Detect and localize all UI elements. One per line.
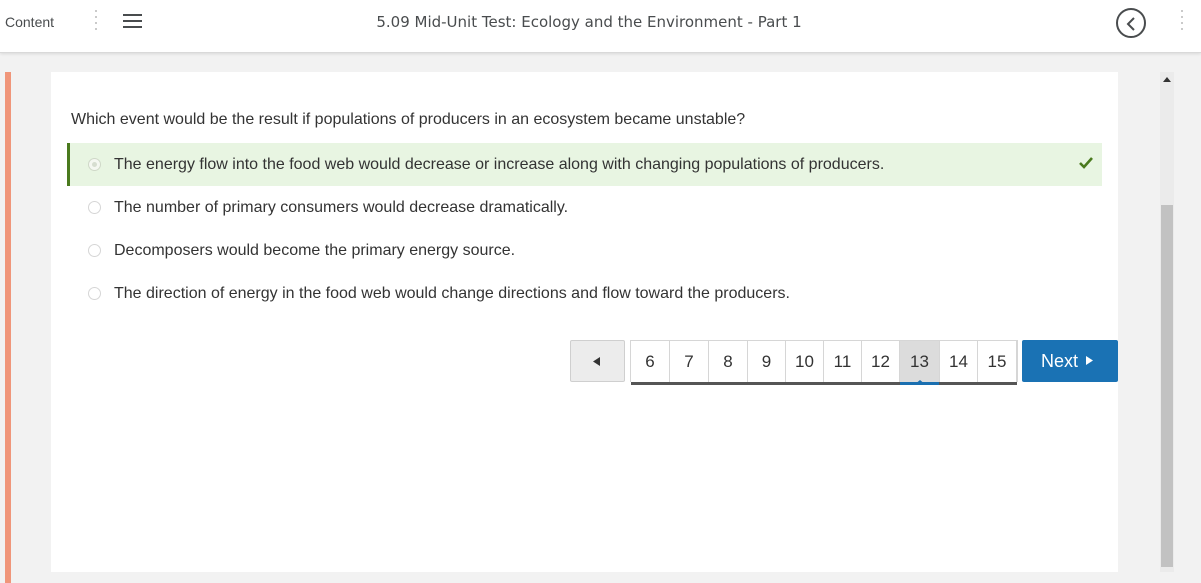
back-button[interactable]	[1116, 8, 1146, 38]
page-13-current[interactable]: 13	[900, 341, 940, 385]
page-7[interactable]: 7	[670, 341, 709, 382]
top-bar: Content 5.09 Mid-Unit Test: Ecology and …	[0, 0, 1201, 53]
radio-button[interactable]	[88, 158, 101, 171]
page-nav-underline	[631, 382, 1017, 385]
radio-button[interactable]	[88, 244, 101, 257]
vertical-dots-icon	[94, 10, 98, 36]
page-number-label: 13	[910, 351, 929, 371]
radio-button[interactable]	[88, 287, 101, 300]
page-10[interactable]: 10	[786, 341, 824, 382]
question-panel: Which event would be the result if popul…	[51, 72, 1118, 572]
answer-text: Decomposers would become the primary ene…	[114, 242, 516, 259]
triangle-right-icon	[1086, 356, 1093, 365]
triangle-left-icon	[593, 357, 600, 366]
scroll-up-button[interactable]	[1160, 72, 1174, 88]
page-8[interactable]: 8	[709, 341, 748, 382]
question-text: Which event would be the result if popul…	[71, 111, 746, 128]
radio-button[interactable]	[88, 201, 101, 214]
triangle-up-icon	[1163, 77, 1171, 82]
content-link[interactable]: Content	[5, 14, 54, 30]
answer-text: The number of primary consumers would de…	[114, 199, 569, 216]
page-6[interactable]: 6	[631, 341, 670, 382]
page-navigation: 6 7 8 9 10 11 12 13 14 15	[630, 340, 1018, 385]
answer-text: The direction of energy in the food web …	[114, 285, 790, 302]
left-accent-bar	[5, 72, 11, 583]
answer-option[interactable]: The number of primary consumers would de…	[67, 186, 1102, 229]
page-15[interactable]: 15	[978, 341, 1017, 382]
previous-button[interactable]	[570, 340, 625, 382]
page-14[interactable]: 14	[940, 341, 978, 382]
answer-text: The energy flow into the food web would …	[114, 156, 885, 173]
hamburger-icon[interactable]	[123, 14, 142, 30]
page-11[interactable]: 11	[824, 341, 862, 382]
checkmark-icon	[1079, 157, 1093, 169]
next-label: Next	[1041, 351, 1079, 371]
answer-option[interactable]: Decomposers would become the primary ene…	[67, 229, 1102, 272]
more-options-icon[interactable]	[1180, 10, 1184, 36]
chevron-left-icon	[1126, 17, 1135, 31]
current-page-caret-icon	[913, 380, 926, 385]
scrollbar-thumb[interactable]	[1161, 205, 1173, 567]
next-button[interactable]: Next	[1022, 340, 1118, 382]
answer-option[interactable]: The direction of energy in the food web …	[67, 272, 1102, 315]
page-12[interactable]: 12	[862, 341, 900, 382]
page-title: 5.09 Mid-Unit Test: Ecology and the Envi…	[376, 13, 802, 31]
answer-option[interactable]: The energy flow into the food web would …	[67, 143, 1102, 186]
page-9[interactable]: 9	[748, 341, 786, 382]
